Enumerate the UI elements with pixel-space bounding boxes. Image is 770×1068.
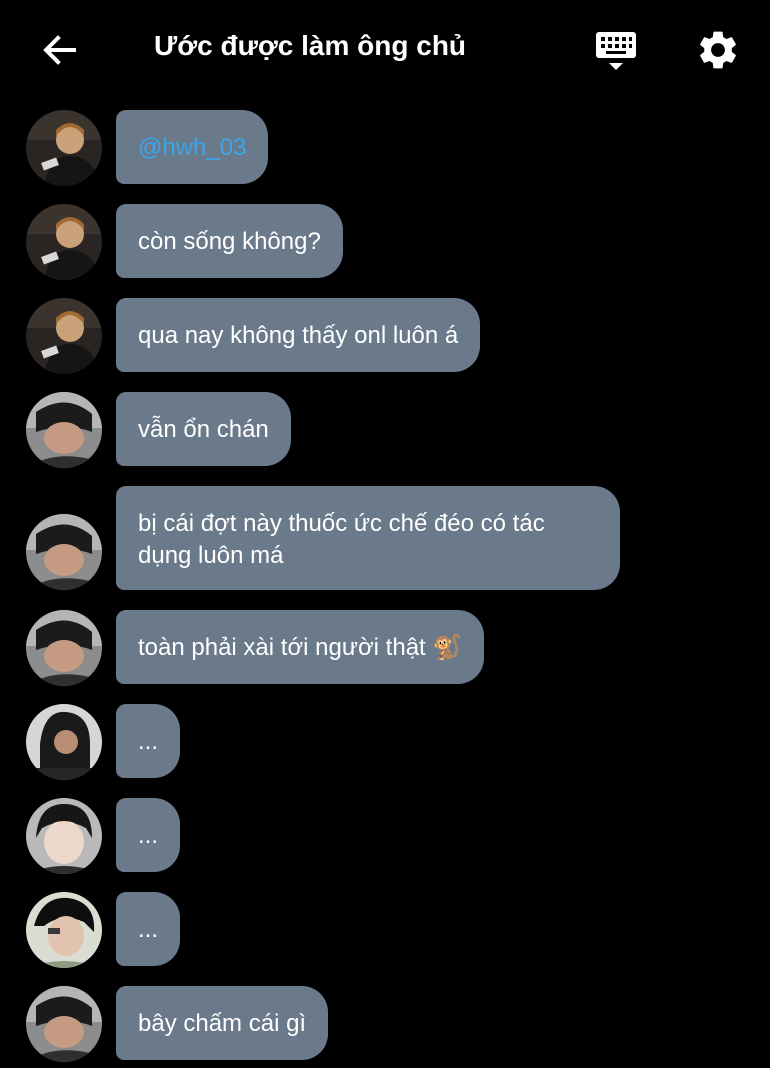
message-item: còn sống không? [0, 204, 770, 280]
avatar[interactable] [26, 986, 102, 1062]
avatar[interactable] [26, 298, 102, 374]
chat-header: Ước được làm ông chủ [0, 0, 770, 96]
message-item: @hwh_03 [0, 110, 770, 186]
message-bubble[interactable]: vẫn ổn chán [116, 392, 291, 466]
message-bubble[interactable]: ... [116, 798, 181, 872]
message-item: bị cái đợt này thuốc ức chế đéo có tác d… [0, 486, 770, 592]
message-item: ... [0, 704, 770, 780]
avatar[interactable] [26, 704, 102, 780]
message-bubble[interactable]: bị cái đợt này thuốc ức chế đéo có tác d… [116, 486, 620, 590]
message-bubble[interactable]: ... [116, 892, 181, 966]
back-button[interactable] [36, 26, 84, 74]
message-bubble[interactable]: bây chấm cái gì [116, 986, 329, 1060]
keyboard-icon [596, 32, 636, 70]
message-bubble[interactable]: toàn phải xài tới người thật 🐒 [116, 610, 485, 684]
arrow-left-icon [43, 35, 76, 65]
message-item: ... [0, 892, 770, 968]
message-bubble[interactable]: qua nay không thấy onl luôn á [116, 298, 481, 372]
message-item: ... [0, 798, 770, 874]
avatar[interactable] [26, 610, 102, 686]
message-bubble[interactable]: ... [116, 704, 181, 778]
message-bubble[interactable]: còn sống không? [116, 204, 343, 278]
avatar[interactable] [26, 204, 102, 280]
avatar[interactable] [26, 892, 102, 968]
message-bubble[interactable]: @hwh_03 [116, 110, 269, 184]
settings-button[interactable] [692, 24, 744, 76]
message-item: qua nay không thấy onl luôn á [0, 298, 770, 374]
avatar[interactable] [26, 392, 102, 468]
avatar[interactable] [26, 798, 102, 874]
message-item: vẫn ổn chán [0, 392, 770, 468]
gear-icon [700, 31, 736, 69]
keyboard-button[interactable] [590, 24, 642, 76]
chat-title: Ước được làm ông chủ [154, 30, 467, 61]
avatar[interactable] [26, 110, 102, 186]
message-item: bây chấm cái gì [0, 986, 770, 1062]
message-item: toàn phải xài tới người thật 🐒 [0, 610, 770, 686]
avatar[interactable] [26, 514, 102, 590]
